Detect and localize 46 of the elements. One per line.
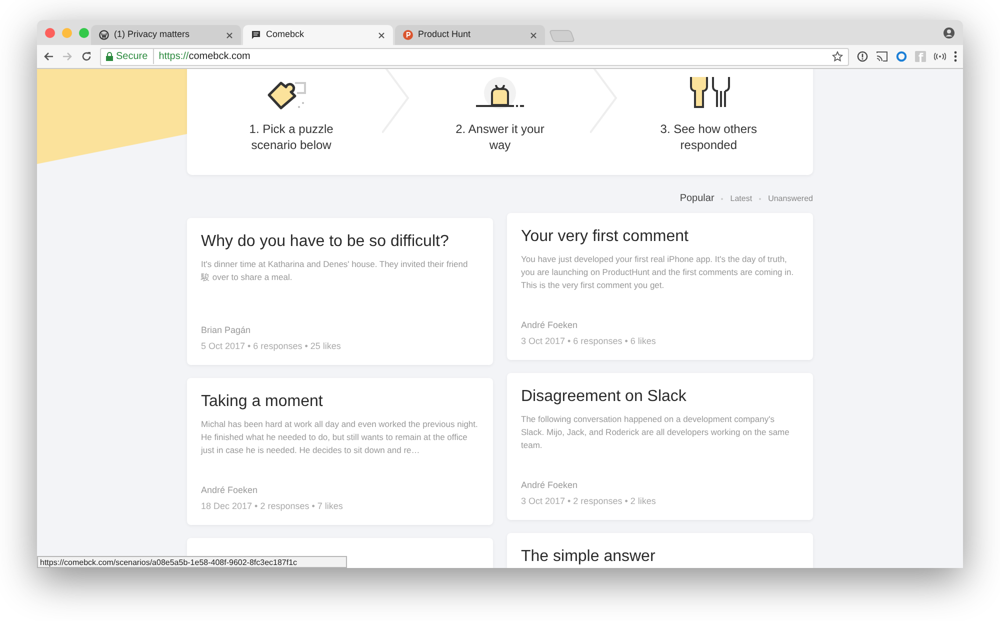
status-url-tooltip: https://comebck.com/scenarios/a08e5a5b-1e58-408f-9602-8fc3ec187f1c — [37, 556, 347, 568]
sort-filter-link[interactable]: Popular — [680, 191, 714, 206]
scenario-title: The simple answer — [521, 547, 656, 567]
secure-label: Secure — [116, 49, 154, 64]
scenario-card[interactable]: Why do you have to be so difficult? It's dinner time at Katharina and Denes' house. They invited their friend 駿 over to share a meal. Brian Pagán 5 Oct 2017 • 6 responses • 25 likes — [187, 218, 493, 365]
scenario-title: Disagreement on Slack — [521, 387, 688, 407]
scenario-excerpt: It's dinner time at Katharina and Denes' house. They invited their friend 駿 over to share a meal. — [201, 258, 469, 284]
bookmark-star-icon[interactable] — [832, 51, 843, 62]
step-label: 1. Pick a puzzle scenario below — [248, 121, 334, 153]
scenario-meta: 18 Dec 2017 • 2 responses • 7 likes — [201, 500, 344, 513]
url-text: https://comebck.com — [158, 50, 250, 64]
scenario-meta: 3 Oct 2017 • 6 responses • 6 likes — [521, 334, 657, 348]
close-tab-icon[interactable] — [226, 32, 233, 38]
close-tab-icon[interactable] — [530, 32, 537, 38]
author-name: André Foeken — [201, 484, 259, 497]
info-circle-icon[interactable] — [857, 51, 868, 62]
circle-extension-icon[interactable] — [896, 51, 907, 62]
back-icon[interactable] — [43, 51, 54, 62]
address-bar[interactable]: Secure https://comebck.com — [100, 48, 849, 66]
scenario-title: Taking a moment — [201, 392, 324, 412]
wordpress-logo-icon — [99, 30, 109, 40]
browser-tab[interactable]: Comebck — [243, 25, 393, 45]
author-name: André Foeken — [521, 479, 579, 492]
browser-tab[interactable]: Product Hunt — [395, 25, 545, 45]
chat-bubble-icon — [251, 30, 261, 40]
browser-tab[interactable]: (1) Privacy matters — [91, 25, 241, 45]
signal-waves-icon[interactable] — [934, 52, 946, 61]
more-menu-icon[interactable] — [954, 51, 957, 62]
step-label: 3. See how others responded — [659, 121, 758, 153]
scenario-excerpt: Michal has been hard at work all day and even worked the previous night. He finished what he needed to do, but still wants to remain at the office just in case he is needed. He decides to sit down and re… — [201, 418, 479, 457]
scenario-meta: 3 Oct 2017 • 2 responses • 2 likes — [521, 494, 657, 508]
scenario-meta: 5 Oct 2017 • 6 responses • 25 likes — [201, 340, 342, 353]
cast-icon[interactable] — [876, 51, 888, 62]
p-logo-icon — [403, 30, 413, 40]
profile-icon[interactable] — [943, 27, 955, 39]
scenario-excerpt: You have just developed your first real iPhone app. It's the day of truth, you are launching on ProductHunt and the first comments are coming in. This is the very first comment you get. — [521, 253, 795, 292]
author-name: André Foeken — [521, 319, 579, 332]
reload-icon[interactable] — [81, 51, 92, 62]
author-name: Brian Pagán — [201, 324, 252, 337]
step-label: 2. Answer it your way — [454, 121, 546, 153]
scenario-title: Why do you have to be so difficult? — [201, 232, 450, 252]
lock-icon — [106, 52, 113, 61]
scenario-card[interactable]: The simple answer — [507, 533, 813, 568]
scenario-title: Your very first comment — [521, 227, 690, 247]
scenario-excerpt: The following conversation happened on a development company's Slack. Mijo, Jack, and Roderick are all developers working on the same team. — [521, 413, 790, 452]
close-tab-icon[interactable] — [378, 32, 385, 38]
